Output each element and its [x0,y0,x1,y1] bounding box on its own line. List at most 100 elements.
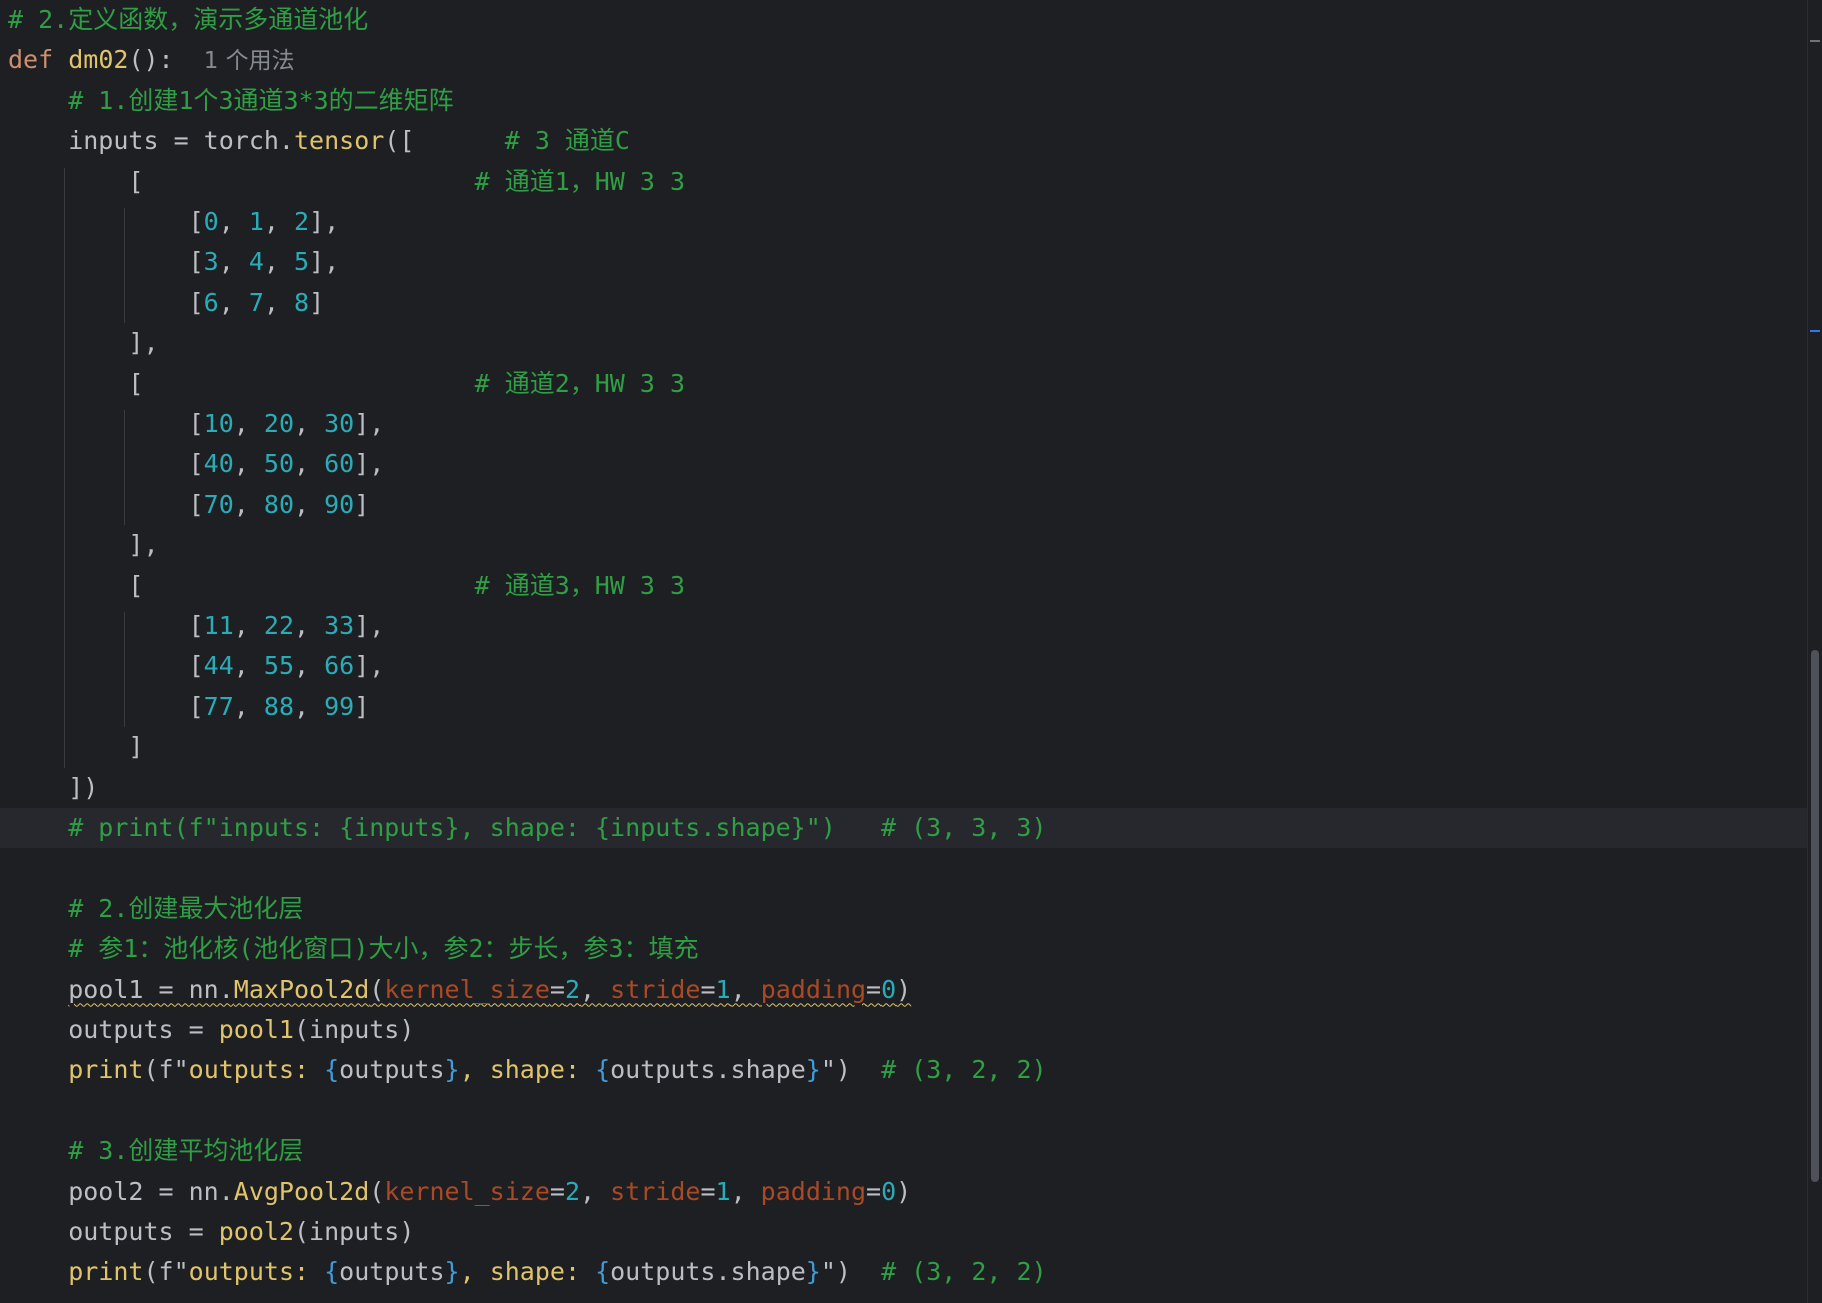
code-token: 99 [324,691,355,721]
scroll-thumb[interactable] [1811,650,1819,1182]
code-token: MaxPool2d [233,974,370,1004]
code-token: = [866,1176,882,1206]
code-token: pool2 [218,1217,294,1246]
code-token: [ [8,287,204,317]
code-line[interactable]: [44, 55, 66], [0,646,1808,686]
code-line[interactable]: # print(f"inputs: {inputs}, shape: {inpu… [0,808,1808,848]
code-line[interactable]: # 2.定义函数，演示多通道池化 [0,0,1808,40]
code-line[interactable]: print(f"outputs: {outputs}, shape: {outp… [0,1252,1808,1292]
code-text: [70, 80, 90] [8,485,370,525]
indent-guide [64,167,65,768]
error-stripe-marker[interactable] [1810,330,1820,332]
code-line[interactable]: [0, 1, 2], [0,202,1808,242]
code-token: ( [369,1176,385,1206]
code-text: ], [8,323,158,363]
indent-guide [124,410,125,526]
usage-hint[interactable]: 1 个用法 [204,48,295,74]
code-token: , [218,207,249,236]
code-token: = [549,974,565,1004]
code-line[interactable]: [ # 通道3，HW 3 3 [0,566,1808,606]
code-line[interactable]: outputs = pool1(inputs) [0,1010,1808,1050]
code-token: inputs = torch. [8,126,294,156]
code-token: (inputs) [293,1015,415,1044]
code-line[interactable]: inputs = torch.tensor([ # 3 通道C [0,121,1808,161]
code-token: (inputs) [293,1217,415,1246]
code-token: outputs.shape [610,1055,806,1085]
code-line[interactable]: ] [0,727,1808,767]
code-token: [ [8,570,475,600]
code-token: 3 [203,247,219,277]
code-text: # 1.创建1个3通道3*3的二维矩阵 [8,81,453,121]
code-token: [ [8,691,204,721]
code-token: 60 [324,449,355,479]
code-token: (): [128,45,204,75]
indent-guide [124,612,125,728]
code-line[interactable]: [ # 通道2，HW 3 3 [0,364,1808,404]
code-line[interactable]: [40, 50, 60], [0,444,1808,484]
code-token: 1 [248,207,264,236]
code-token: , [730,1176,761,1206]
code-line[interactable]: [6, 7, 8] [0,283,1808,323]
code-token: , [294,449,325,479]
code-line[interactable]: pool2 = nn.AvgPool2d(kernel_size=2, stri… [0,1172,1808,1212]
code-line[interactable]: def dm02(): 1 个用法 [0,40,1808,80]
code-line[interactable] [0,1091,1808,1131]
code-token: [ [8,247,204,277]
code-token: ]) [8,772,99,802]
code-token: 66 [324,651,355,681]
code-line[interactable]: [10, 20, 30], [0,404,1808,444]
code-token: 2 [564,974,581,1004]
code-token: # 2.定义函数，演示多通道池化 [8,5,369,34]
code-token: 22 [263,611,294,640]
code-line[interactable]: # 2.创建最大池化层 [0,889,1808,929]
code-token: 20 [263,409,294,438]
code-token: 7 [248,287,264,317]
vertical-scrollbar[interactable] [1807,0,1822,1303]
code-token: [ [8,409,204,438]
code-token: ], [8,530,159,560]
code-line[interactable] [0,848,1808,888]
code-token: outputs [339,1257,445,1287]
code-line[interactable]: [3, 4, 5], [0,242,1808,282]
code-token: # 通道2，HW 3 3 [474,368,686,398]
code-token: } [805,1055,821,1085]
code-line[interactable]: ], [0,323,1808,363]
code-line[interactable]: print(f"outputs: {outputs}, shape: {outp… [0,1050,1808,1090]
code-token: , [580,974,611,1004]
code-token: , [233,691,264,721]
code-token: 4 [248,247,264,277]
error-stripe-marker[interactable] [1810,40,1820,42]
code-line[interactable]: # 3.创建平均池化层 [0,1131,1808,1171]
code-line[interactable]: [11, 22, 33], [0,606,1808,646]
code-token: ] [8,732,144,762]
code-token: # 2.创建最大池化层 [8,893,304,923]
code-token: 40 [203,449,234,479]
code-line[interactable]: [70, 80, 90] [0,485,1808,525]
code-text: ]) [8,768,98,808]
code-token: [ [8,489,204,519]
indent-guide [124,208,125,324]
code-token: 1 [715,1176,731,1206]
code-token: , [294,611,325,640]
code-line[interactable]: outputs = pool2(inputs) [0,1212,1808,1252]
code-line[interactable]: pool1 = nn.MaxPool2d(kernel_size=2, stri… [0,970,1808,1010]
code-token: , [233,651,264,681]
code-token: 8 [294,287,310,317]
code-line[interactable]: # 参1：池化核(池化窗口)大小，参2：步长，参3：填充 [0,929,1808,969]
code-token: { [595,1055,611,1085]
code-token: pool1 [218,1015,294,1044]
code-line[interactable]: [77, 88, 99] [0,687,1808,727]
code-line[interactable]: ]) [0,768,1808,808]
code-text: outputs = pool2(inputs) [8,1212,414,1252]
code-token: # (3, 2, 2) [881,1055,1047,1085]
code-line[interactable]: ], [0,525,1808,565]
code-editor[interactable]: # 2.定义函数，演示多通道池化 def dm02(): 1 个用法 # 1.创建… [0,0,1808,1303]
code-line[interactable]: # 1.创建1个3通道3*3的二维矩阵 [0,81,1808,121]
code-text: # print(f"inputs: {inputs}, shape: {inpu… [8,808,1046,848]
code-token: outputs = [8,1015,219,1044]
code-token: [ [8,207,204,236]
code-line[interactable]: [ # 通道1，HW 3 3 [0,162,1808,202]
code-text: [0, 1, 2], [8,202,340,242]
code-text: pool2 = nn.AvgPool2d(kernel_size=2, stri… [8,1172,911,1212]
code-token: ], [354,449,385,479]
